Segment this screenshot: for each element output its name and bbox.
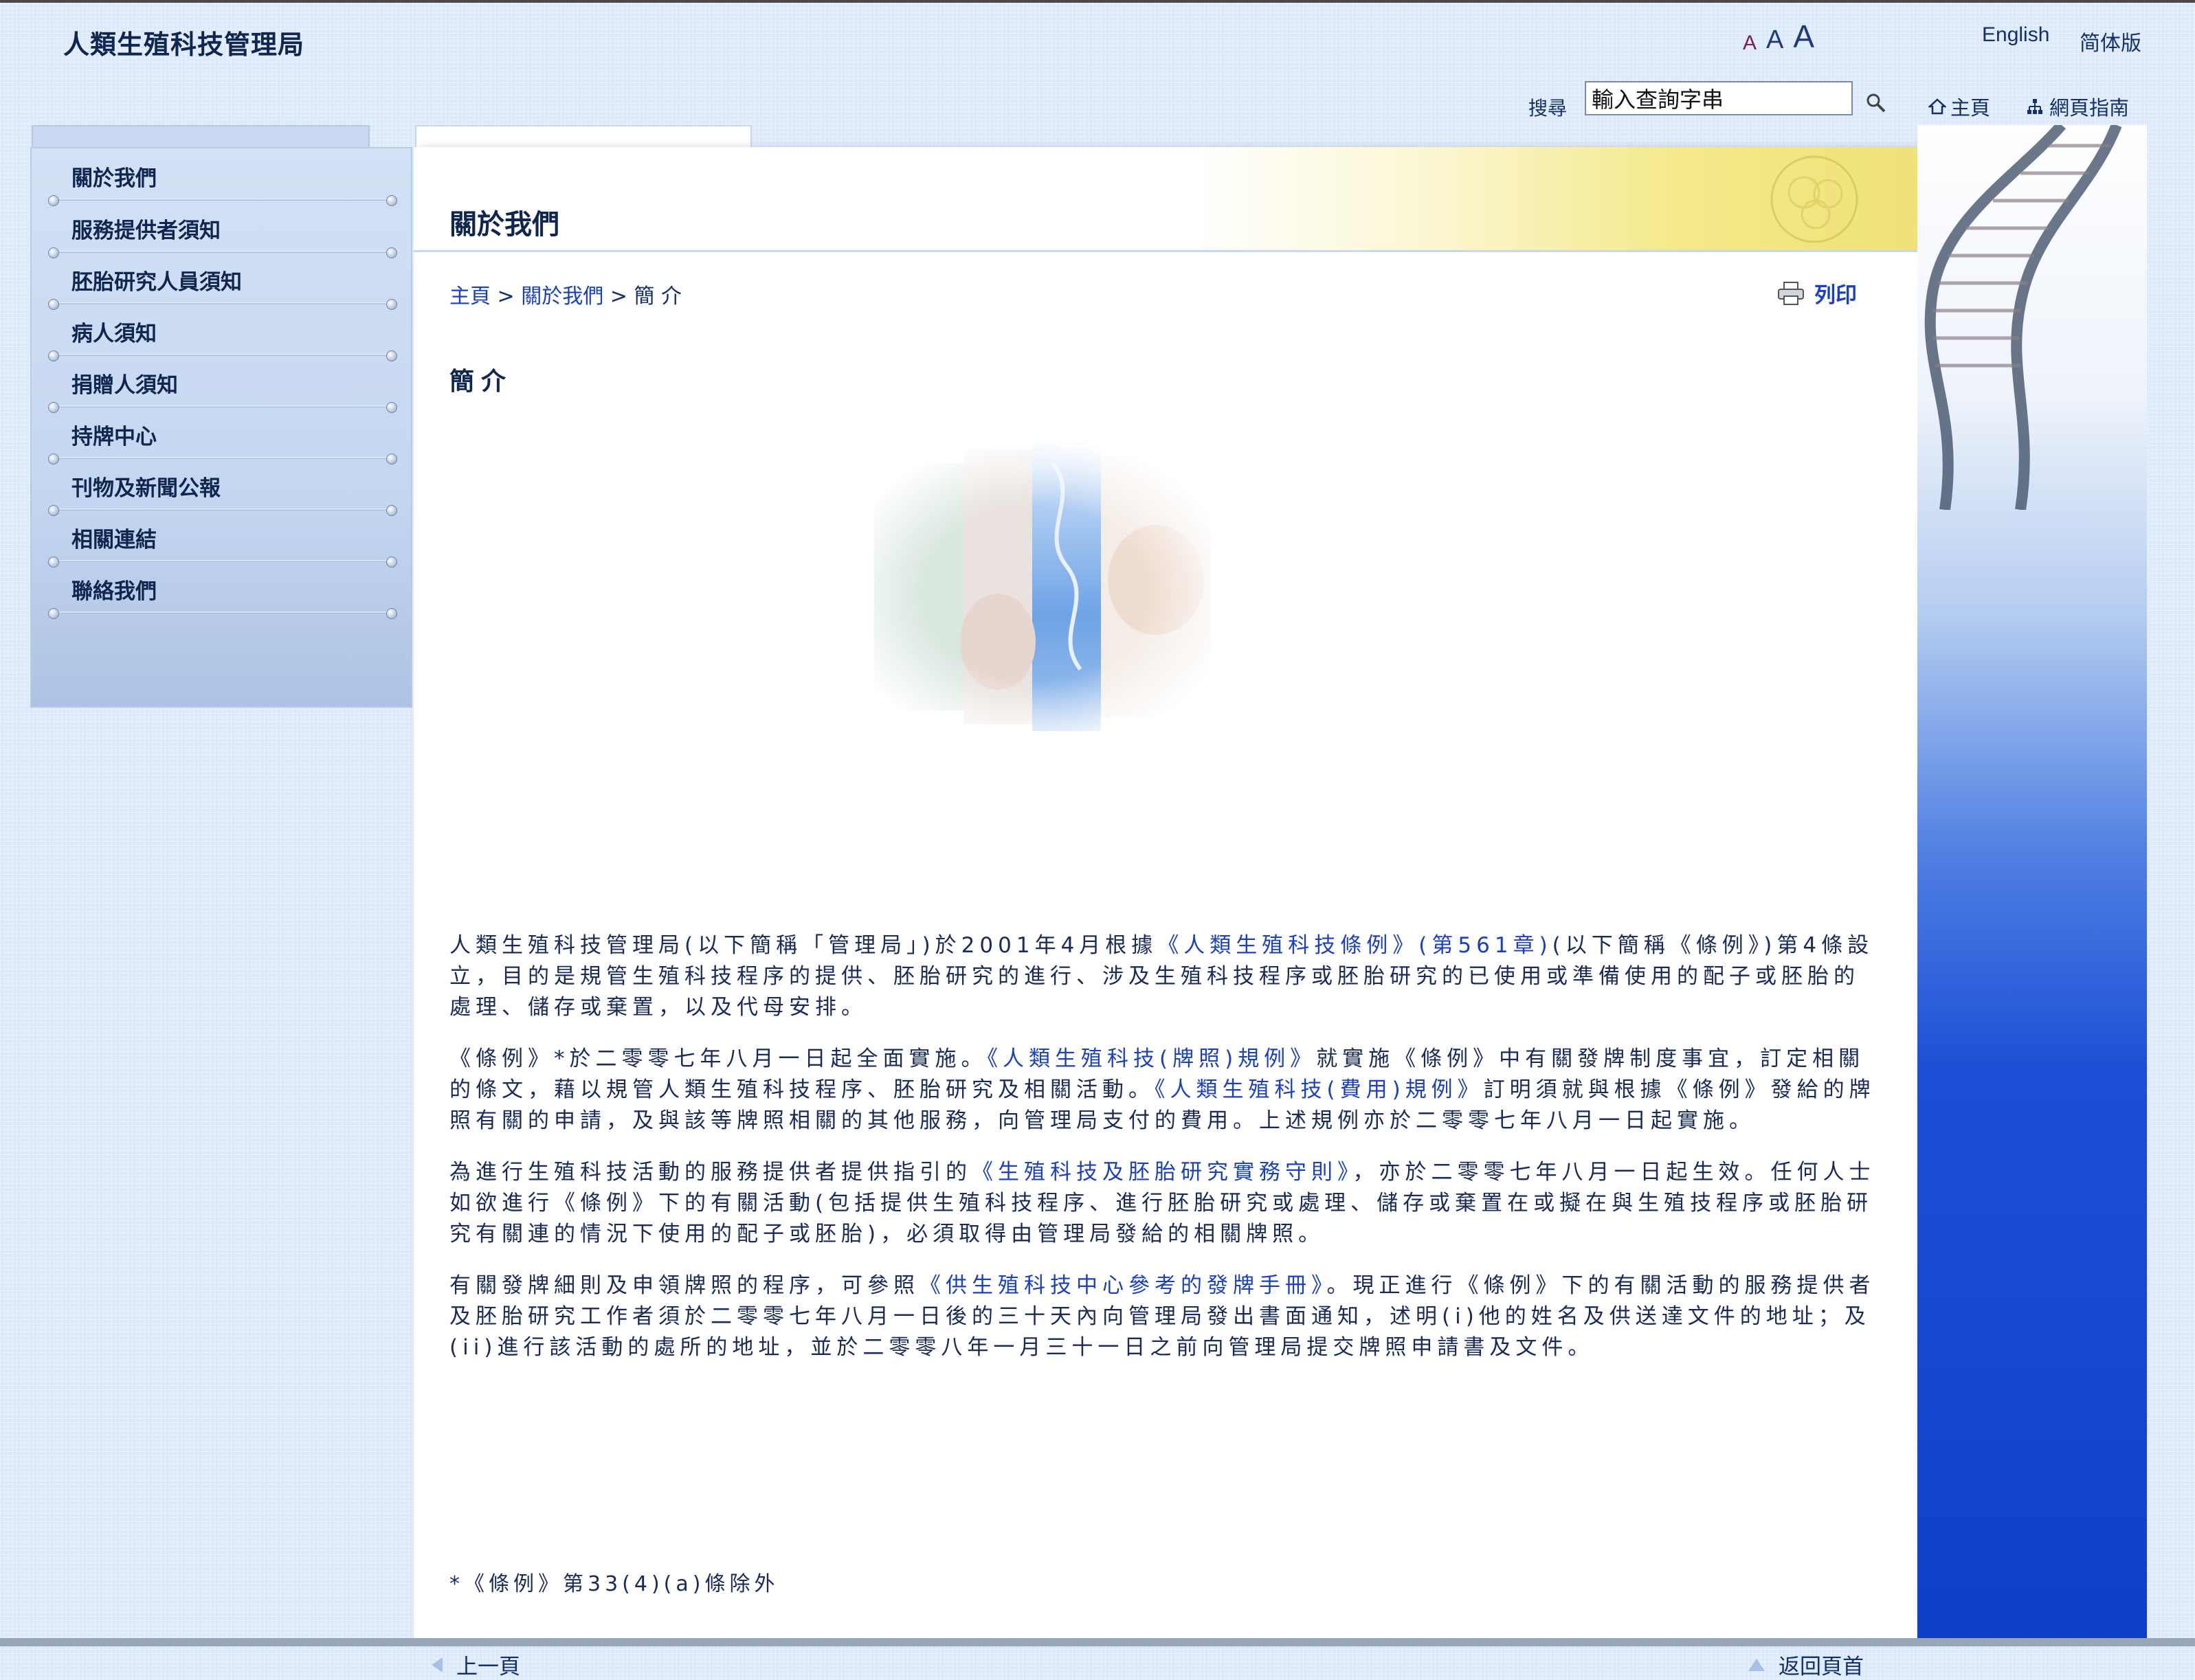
decorative-side-strip bbox=[1917, 125, 2147, 1646]
triangle-up-icon bbox=[1748, 1658, 1765, 1671]
sidebar-item-label: 關於我們 bbox=[71, 166, 157, 191]
page-heading: 關於我們 bbox=[449, 209, 559, 240]
sidebar-divider bbox=[55, 405, 392, 407]
top-border bbox=[0, 0, 2195, 3]
search-label: 搜尋 bbox=[1528, 97, 1568, 120]
sidebar-divider bbox=[55, 199, 392, 201]
paragraph-4: 有關發牌細則及申領牌照的程序，可參照《供生殖科技中心參考的發牌手冊》。現正進行《… bbox=[449, 1270, 1879, 1363]
breadcrumb-home-link[interactable]: 主頁 bbox=[449, 284, 491, 309]
breadcrumb-about-link[interactable]: 關於我們 bbox=[521, 284, 603, 309]
paragraph-2: 《條例》*於二零零七年八月一日起全面實施。《人類生殖科技(牌照)規例》就實施《條… bbox=[449, 1044, 1879, 1136]
sidebar-divider bbox=[55, 560, 392, 562]
back-to-top-label: 返回頁首 bbox=[1779, 1655, 1864, 1679]
divider-knob-icon bbox=[48, 608, 59, 619]
sidebar-item-donors[interactable]: 捐贈人須知 bbox=[41, 359, 397, 413]
sidebar-item-patients[interactable]: 病人須知 bbox=[41, 308, 397, 361]
sitemap-icon bbox=[2027, 99, 2042, 114]
paragraph-text: 有關發牌細則及申領牌照的程序，可參照 bbox=[449, 1273, 920, 1298]
licence-regulation-link[interactable]: 《人類生殖科技(牌照)規例》 bbox=[988, 1046, 1317, 1071]
paragraph-text: 人類生殖科技管理局(以下簡稱「管理局」)於2001年4月根據 bbox=[449, 933, 1158, 958]
search-icon[interactable] bbox=[1865, 92, 1887, 114]
printer-icon bbox=[1778, 281, 1804, 305]
font-size-large-button[interactable]: A bbox=[1793, 18, 1814, 55]
sidebar-item-label: 捐贈人須知 bbox=[71, 373, 178, 398]
sidebar-item-label: 相關連結 bbox=[71, 528, 157, 552]
breadcrumb-separator: > bbox=[603, 284, 634, 309]
sidebar-divider bbox=[55, 457, 392, 459]
sidebar-item-related-links[interactable]: 相關連結 bbox=[41, 514, 397, 568]
paragraph-3: 為進行生殖科技活動的服務提供者提供指引的《生殖科技及胚胎研究實務守則》，亦於二零… bbox=[449, 1157, 1879, 1250]
font-size-medium-button[interactable]: A bbox=[1766, 25, 1783, 55]
sitemap-link-label: 網頁指南 bbox=[2049, 96, 2130, 120]
header-banner: 關於我們 bbox=[414, 147, 1917, 252]
section-title: 簡介 bbox=[449, 368, 513, 396]
home-link[interactable]: 主頁 bbox=[1928, 92, 1990, 121]
paragraph-1: 人類生殖科技管理局(以下簡稱「管理局」)於2001年4月根據《人類生殖科技條例》… bbox=[449, 930, 1879, 1023]
sidebar-item-label: 服務提供者須知 bbox=[71, 219, 221, 243]
sidebar-divider bbox=[55, 612, 392, 614]
breadcrumb: 主頁 > 關於我們 > 簡 介 bbox=[449, 279, 682, 309]
sidebar-item-contact-us[interactable]: 聯絡我們 bbox=[41, 565, 397, 619]
intro-body: 人類生殖科技管理局(以下簡稱「管理局」)於2001年4月根據《人類生殖科技條例》… bbox=[449, 930, 1879, 1384]
back-to-top-link[interactable]: 返回頁首 bbox=[1747, 1649, 1864, 1680]
sidebar-item-label: 胚胎研究人員須知 bbox=[71, 270, 242, 295]
language-english-link[interactable]: English bbox=[1982, 23, 2049, 47]
embryo-cell-image bbox=[1770, 155, 1858, 243]
sidebar-item-embryo-researchers[interactable]: 胚胎研究人員須知 bbox=[41, 256, 397, 310]
paragraph-text: 為進行生殖科技活動的服務提供者提供指引的 bbox=[449, 1160, 972, 1185]
breadcrumb-current: 簡 介 bbox=[634, 284, 682, 309]
sidebar-item-label: 病人須知 bbox=[71, 322, 157, 346]
sidebar-item-about[interactable]: 關於我們 bbox=[41, 153, 397, 206]
sidebar-divider bbox=[55, 508, 392, 511]
content-panel: 關於我們 主頁 > 關於我們 > 簡 介 列印 簡介 人類生殖科技管理局(以下簡… bbox=[414, 147, 1917, 1679]
previous-page-label: 上一頁 bbox=[456, 1655, 520, 1679]
home-icon bbox=[1928, 98, 1946, 115]
dna-helix-image bbox=[1924, 125, 2122, 510]
fees-regulation-link[interactable]: 《人類生殖科技(費用)規例》 bbox=[1155, 1077, 1484, 1102]
triangle-left-icon bbox=[432, 1657, 443, 1672]
paragraph-text: 《條例》*於二零零七年八月一日起全面實施。 bbox=[449, 1046, 988, 1071]
sidebar-item-licensed-centres[interactable]: 持牌中心 bbox=[41, 411, 397, 464]
sidebar-divider bbox=[55, 354, 392, 356]
ordinance-link[interactable]: 《人類生殖科技條例》(第561章) bbox=[1157, 933, 1552, 958]
code-of-practice-link[interactable]: 《生殖科技及胚胎研究實務守則》 bbox=[972, 1160, 1353, 1185]
language-simplified-link[interactable]: 简体版 bbox=[2080, 26, 2141, 56]
font-size-controls: A A A bbox=[1743, 18, 1814, 55]
sidebar-item-label: 聯絡我們 bbox=[71, 579, 157, 604]
sidebar-item-publications[interactable]: 刊物及新聞公報 bbox=[41, 462, 397, 516]
footnote: *《條例》第33(4)(a)條除外 bbox=[449, 1572, 779, 1596]
previous-page-link[interactable]: 上一頁 bbox=[430, 1649, 520, 1680]
sidebar-divider bbox=[55, 302, 392, 304]
site-title: 人類生殖科技管理局 bbox=[63, 30, 305, 60]
font-size-small-button[interactable]: A bbox=[1743, 32, 1757, 55]
sidebar-item-label: 刊物及新聞公報 bbox=[71, 476, 221, 501]
divider-knob-icon bbox=[386, 608, 397, 619]
sidebar-item-service-providers[interactable]: 服務提供者須知 bbox=[41, 205, 397, 258]
breadcrumb-separator: > bbox=[491, 284, 522, 309]
licensing-manual-link[interactable]: 《供生殖科技中心參考的發牌手冊》 bbox=[920, 1273, 1327, 1298]
sitemap-link[interactable]: 網頁指南 bbox=[2026, 92, 2129, 121]
search-input[interactable] bbox=[1585, 81, 1853, 115]
sidebar-divider bbox=[55, 251, 392, 253]
print-label: 列印 bbox=[1814, 283, 1857, 308]
home-link-label: 主頁 bbox=[1950, 96, 1991, 120]
print-button[interactable]: 列印 bbox=[1777, 278, 1857, 309]
sidebar-item-label: 持牌中心 bbox=[71, 425, 157, 449]
hero-collage-image bbox=[833, 436, 1238, 752]
bottom-scrollbar[interactable] bbox=[0, 1638, 2195, 1646]
